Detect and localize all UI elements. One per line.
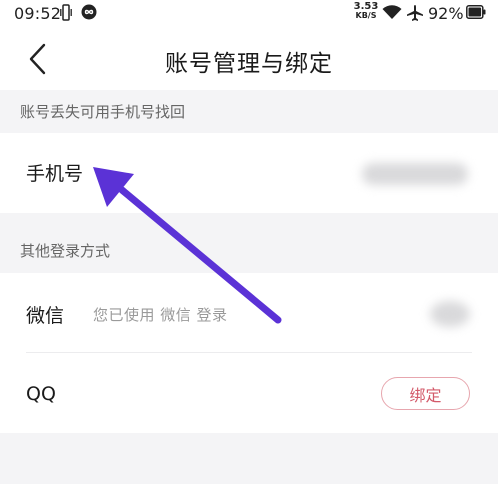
net-speed-value: 3.53 [353, 1, 379, 12]
wechat-login-hint: 您已使用 微信 登录 [93, 306, 228, 324]
wechat-row[interactable]: 微信 您已使用 微信 登录 [0, 273, 498, 353]
status-bar: 09:52 3.53 KB/S 92% [0, 0, 498, 30]
qq-label: QQ [26, 383, 56, 405]
wechat-label: 微信 [26, 305, 65, 327]
phone-number-value-blurred [362, 163, 468, 185]
wifi-icon [382, 5, 402, 19]
section-recovery-label: 账号丢失可用手机号找回 [20, 103, 186, 121]
section-other-label: 其他登录方式 [20, 242, 111, 260]
airplane-mode-icon [407, 5, 423, 21]
vibrate-icon [60, 4, 72, 21]
qq-bind-button[interactable]: 绑定 [381, 377, 470, 410]
page-header: 账号管理与绑定 [0, 30, 498, 90]
page-title: 账号管理与绑定 [165, 51, 333, 77]
status-time: 09:52 [14, 4, 62, 23]
qq-row[interactable]: QQ 绑定 [0, 353, 498, 433]
network-speed: 3.53 KB/S [352, 1, 380, 21]
battery-icon [466, 5, 486, 19]
phone-label: 手机号 [26, 163, 84, 185]
battery-percentage: 92% [428, 4, 464, 23]
phone-row[interactable]: 手机号 [0, 133, 498, 213]
wechat-avatar-blurred [430, 301, 470, 327]
net-speed-unit: KB/S [355, 11, 377, 20]
loop-icon [81, 4, 97, 20]
